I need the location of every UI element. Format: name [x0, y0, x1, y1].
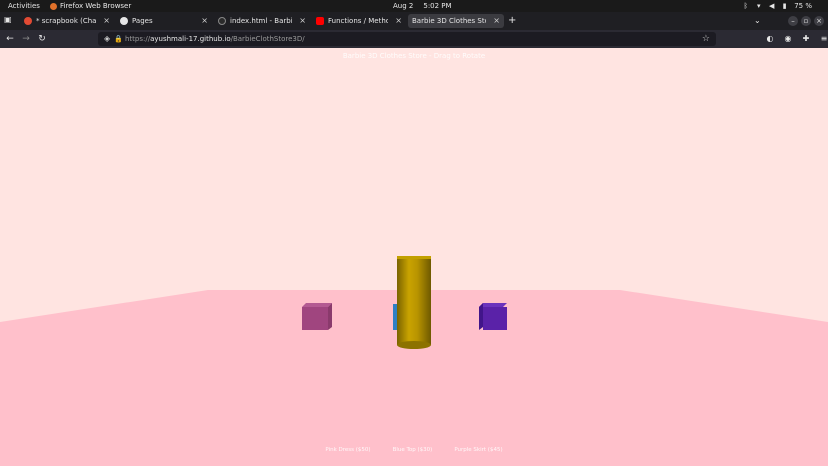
app-name: Firefox Web Browser [60, 2, 132, 10]
close-icon[interactable]: × [103, 14, 110, 28]
tab-title: Functions / Methods in Ja [328, 17, 388, 25]
tab-title: index.html - BarbieClothS [230, 17, 292, 25]
address-bar[interactable]: ◈ 🔒 https://ayushmali-17.github.io/Barbi… [98, 32, 716, 46]
navigation-toolbar: ← → ↻ ◈ 🔒 https://ayushmali-17.github.io… [0, 30, 828, 48]
tab-scrapbook[interactable]: * scrapbook (Channel) - H × [20, 14, 114, 28]
maximize-button[interactable]: ▫ [801, 16, 811, 26]
tab-pages[interactable]: Pages × [116, 14, 212, 28]
firefox-view-icon[interactable]: ▣ [4, 15, 14, 25]
url-text[interactable]: https://ayushmali-17.github.io/BarbieClo… [125, 32, 305, 46]
tab-favicon-icon [24, 17, 32, 25]
clock-time: 5:02 PM [423, 2, 452, 10]
clock[interactable]: Aug 2 5:02 PM [393, 0, 452, 12]
network-icon: ▾ [756, 1, 761, 10]
lock-icon[interactable]: 🔒 [114, 34, 123, 44]
reload-button[interactable]: ↻ [35, 32, 49, 46]
scene-title: Barbie 3D Clothes Store - Drag to Rotate [342, 52, 486, 60]
page-viewport[interactable]: Barbie 3D Clothes Store - Drag to Rotate… [0, 48, 828, 466]
close-icon[interactable]: × [395, 14, 402, 28]
tab-title: Barbie 3D Clothes Store [412, 17, 486, 25]
close-icon[interactable]: × [201, 14, 208, 28]
extensions-icon[interactable]: ✚ [800, 32, 812, 46]
battery-percentage: 75 % [794, 2, 812, 10]
close-icon[interactable]: × [299, 14, 306, 28]
bluetooth-icon: ᛒ [743, 1, 748, 10]
tab-title: Pages [132, 17, 153, 25]
activities-button[interactable]: Activities [8, 0, 40, 12]
tab-title: * scrapbook (Channel) - H [36, 17, 96, 25]
github-icon [218, 17, 226, 25]
youtube-icon [316, 17, 324, 25]
system-tray[interactable]: ᛒ ▾ ◀ ▮ 75 % [742, 0, 812, 12]
volume-icon: ◀ [769, 1, 775, 10]
close-icon[interactable]: × [493, 14, 500, 28]
list-all-tabs-chevron-down-icon[interactable]: ⌄ [754, 14, 761, 28]
product-label-purple-skirt: Purple Skirt ($45) [454, 447, 503, 453]
tab-bar: ▣ * scrapbook (Channel) - H × Pages × in… [0, 12, 828, 30]
forward-button[interactable]: → [19, 32, 33, 46]
minimize-button[interactable]: – [788, 16, 798, 26]
scene-canvas[interactable] [0, 48, 828, 466]
new-tab-button[interactable]: + [508, 14, 516, 28]
bookmark-star-icon[interactable]: ☆ [702, 32, 710, 46]
account-icon[interactable]: ◉ [782, 32, 794, 46]
shield-icon[interactable]: ◈ [104, 34, 110, 44]
product-labels: Pink Dress ($50) Blue Top ($30) Purple S… [0, 447, 828, 453]
tab-index-html[interactable]: index.html - BarbieClothS × [214, 14, 310, 28]
product-box-purple-skirt[interactable] [479, 303, 507, 330]
close-window-button[interactable]: × [814, 16, 824, 26]
tab-functions-methods[interactable]: Functions / Methods in Ja × [312, 14, 406, 28]
clock-date: Aug 2 [393, 2, 414, 10]
product-box-pink-dress[interactable] [302, 303, 332, 330]
tab-barbie-store[interactable]: Barbie 3D Clothes Store × [408, 14, 504, 28]
system-top-bar: Activities Firefox Web Browser Aug 2 5:0… [0, 0, 828, 12]
battery-icon: ▮ [782, 1, 787, 10]
back-button[interactable]: ← [3, 32, 17, 46]
gold-cylinder[interactable] [397, 256, 431, 349]
product-label-pink-dress: Pink Dress ($50) [325, 447, 371, 453]
app-menu[interactable]: Firefox Web Browser [50, 0, 131, 12]
firefox-icon [50, 2, 57, 10]
github-icon [120, 17, 128, 25]
product-label-blue-top: Blue Top ($30) [392, 447, 433, 453]
menu-icon[interactable]: ≡ [818, 32, 828, 46]
pocket-icon[interactable]: ◐ [764, 32, 776, 46]
